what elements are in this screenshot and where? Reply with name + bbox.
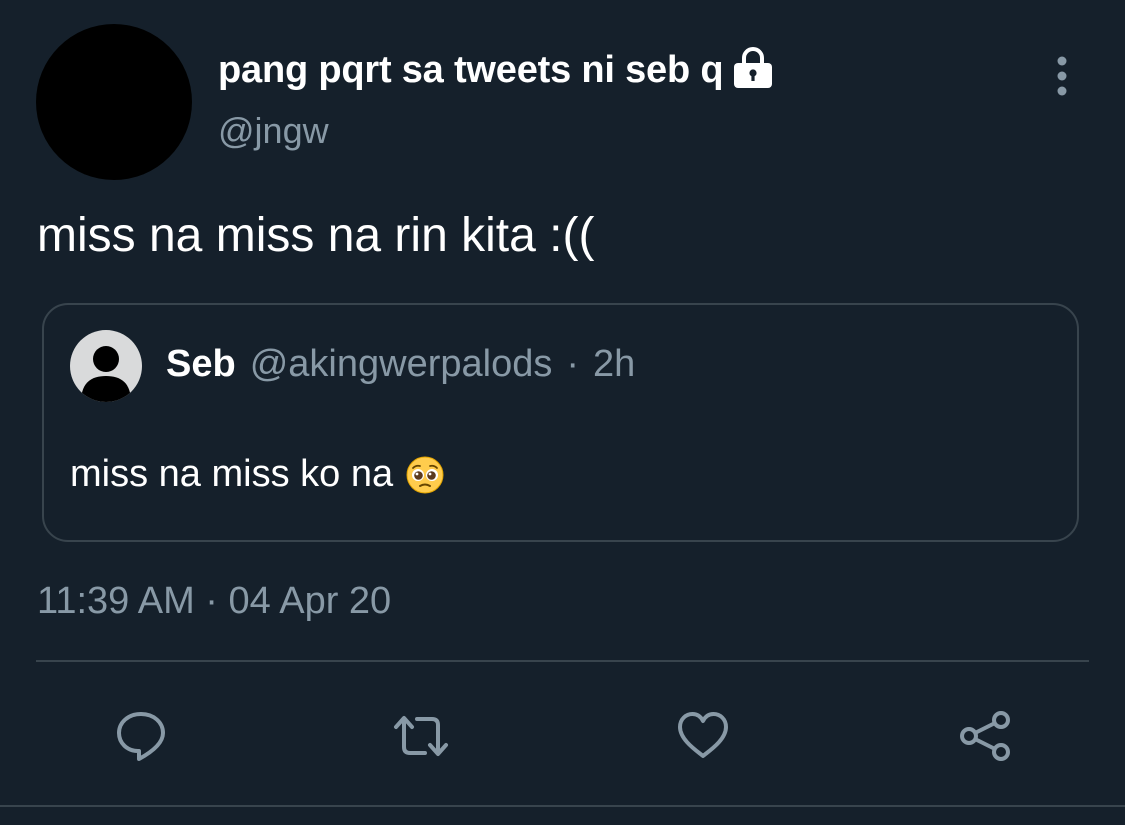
quoted-tweet-text: miss na miss ko na	[70, 453, 394, 495]
reply-button[interactable]	[111, 706, 171, 766]
author-handle[interactable]: @jngw	[218, 110, 329, 152]
pleading-face-emoji-icon	[405, 455, 445, 495]
quoted-tweet-header: Seb @akingwerpalods · 2h	[166, 343, 635, 386]
more-options-icon[interactable]	[1045, 54, 1079, 98]
lock-icon	[731, 45, 775, 89]
reply-icon	[117, 712, 165, 761]
author-display-name-row: pang pqrt sa tweets ni seb q	[218, 44, 775, 96]
tweet-timestamp[interactable]: 11:39 AM · 04 Apr 20	[37, 580, 391, 623]
quoted-author-avatar	[70, 330, 142, 402]
divider	[36, 660, 1089, 662]
bottom-divider	[0, 805, 1125, 807]
share-button[interactable]	[955, 706, 1015, 766]
quoted-author-handle: @akingwerpalods	[249, 343, 553, 385]
author-display-name[interactable]: pang pqrt sa tweets ni seb q	[218, 49, 724, 92]
tweet-detail: pang pqrt sa tweets ni seb q @jngw miss …	[0, 0, 1125, 825]
like-button[interactable]	[673, 706, 733, 766]
quoted-separator: ·	[566, 343, 579, 385]
quoted-author-name: Seb	[166, 343, 236, 385]
quoted-tweet-text-row: miss na miss ko na	[70, 453, 445, 496]
tweet-text: miss na miss na rin kita :((	[37, 209, 595, 262]
quoted-time: 2h	[593, 343, 636, 385]
retweet-icon	[394, 716, 448, 756]
share-icon	[960, 711, 1010, 761]
heart-icon	[678, 712, 728, 758]
retweet-button[interactable]	[391, 706, 451, 766]
quoted-tweet-card[interactable]: Seb @akingwerpalods · 2h miss na miss ko…	[42, 303, 1079, 542]
author-avatar[interactable]	[36, 24, 192, 180]
